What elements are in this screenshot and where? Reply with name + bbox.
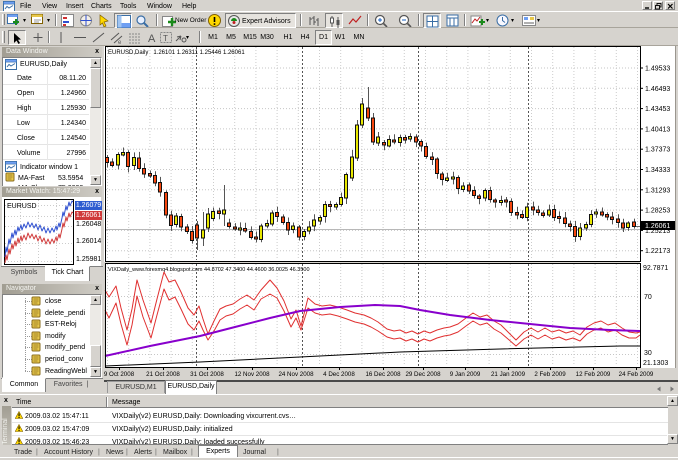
- svg-text:EURUSD: EURUSD: [7, 203, 37, 210]
- svg-text:T: T: [163, 34, 168, 43]
- svg-text:92.7871: 92.7871: [643, 265, 668, 272]
- svg-text:30: 30: [644, 350, 652, 357]
- svg-text:24 Nov 2008: 24 Nov 2008: [278, 371, 314, 378]
- svg-text:2 Feb 2009: 2 Feb 2009: [534, 371, 566, 378]
- svg-text:1.31293: 1.31293: [645, 187, 670, 194]
- svg-text:9 Oct 2008: 9 Oct 2008: [104, 371, 135, 378]
- svg-text:1.40413: 1.40413: [645, 126, 670, 133]
- svg-text:21 Oct 2008: 21 Oct 2008: [146, 371, 180, 378]
- svg-text:1.49533: 1.49533: [645, 66, 670, 73]
- svg-text:24 Feb 2009: 24 Feb 2009: [619, 371, 654, 378]
- svg-text:21.1303: 21.1303: [643, 360, 668, 367]
- svg-text:VIXDaily_www.forexmq4.blogspot: VIXDaily_www.forexmq4.blogspot.com 44.87…: [108, 267, 310, 273]
- svg-text:21 Jan 2009: 21 Jan 2009: [491, 371, 526, 378]
- svg-text:1.43453: 1.43453: [645, 106, 670, 113]
- svg-text:1.46493: 1.46493: [645, 86, 670, 93]
- svg-text:e: e: [118, 40, 122, 44]
- svg-text:1.28253: 1.28253: [645, 208, 670, 215]
- svg-text:A: A: [148, 33, 156, 44]
- svg-text:1.37373: 1.37373: [645, 147, 670, 154]
- svg-text:12 Feb 2009: 12 Feb 2009: [576, 371, 611, 378]
- svg-text:4 Dec 2008: 4 Dec 2008: [323, 371, 355, 378]
- svg-text:12 Nov 2008: 12 Nov 2008: [234, 371, 270, 378]
- svg-text:29 Dec 2008: 29 Dec 2008: [405, 371, 441, 378]
- svg-text:9 Jan 2009: 9 Jan 2009: [450, 371, 481, 378]
- svg-text:1.34333: 1.34333: [645, 167, 670, 174]
- svg-text:1.22173: 1.22173: [645, 248, 670, 255]
- svg-text:70: 70: [644, 294, 652, 301]
- svg-text:31 Oct 2008: 31 Oct 2008: [190, 371, 224, 378]
- svg-text:1.26061: 1.26061: [645, 223, 670, 230]
- svg-text:16 Dec 2008: 16 Dec 2008: [365, 371, 401, 378]
- svg-text:EURUSD,Daily 1.26101 1.26311: EURUSD,Daily 1.26101 1.26311 1.25446 1.2…: [108, 50, 245, 56]
